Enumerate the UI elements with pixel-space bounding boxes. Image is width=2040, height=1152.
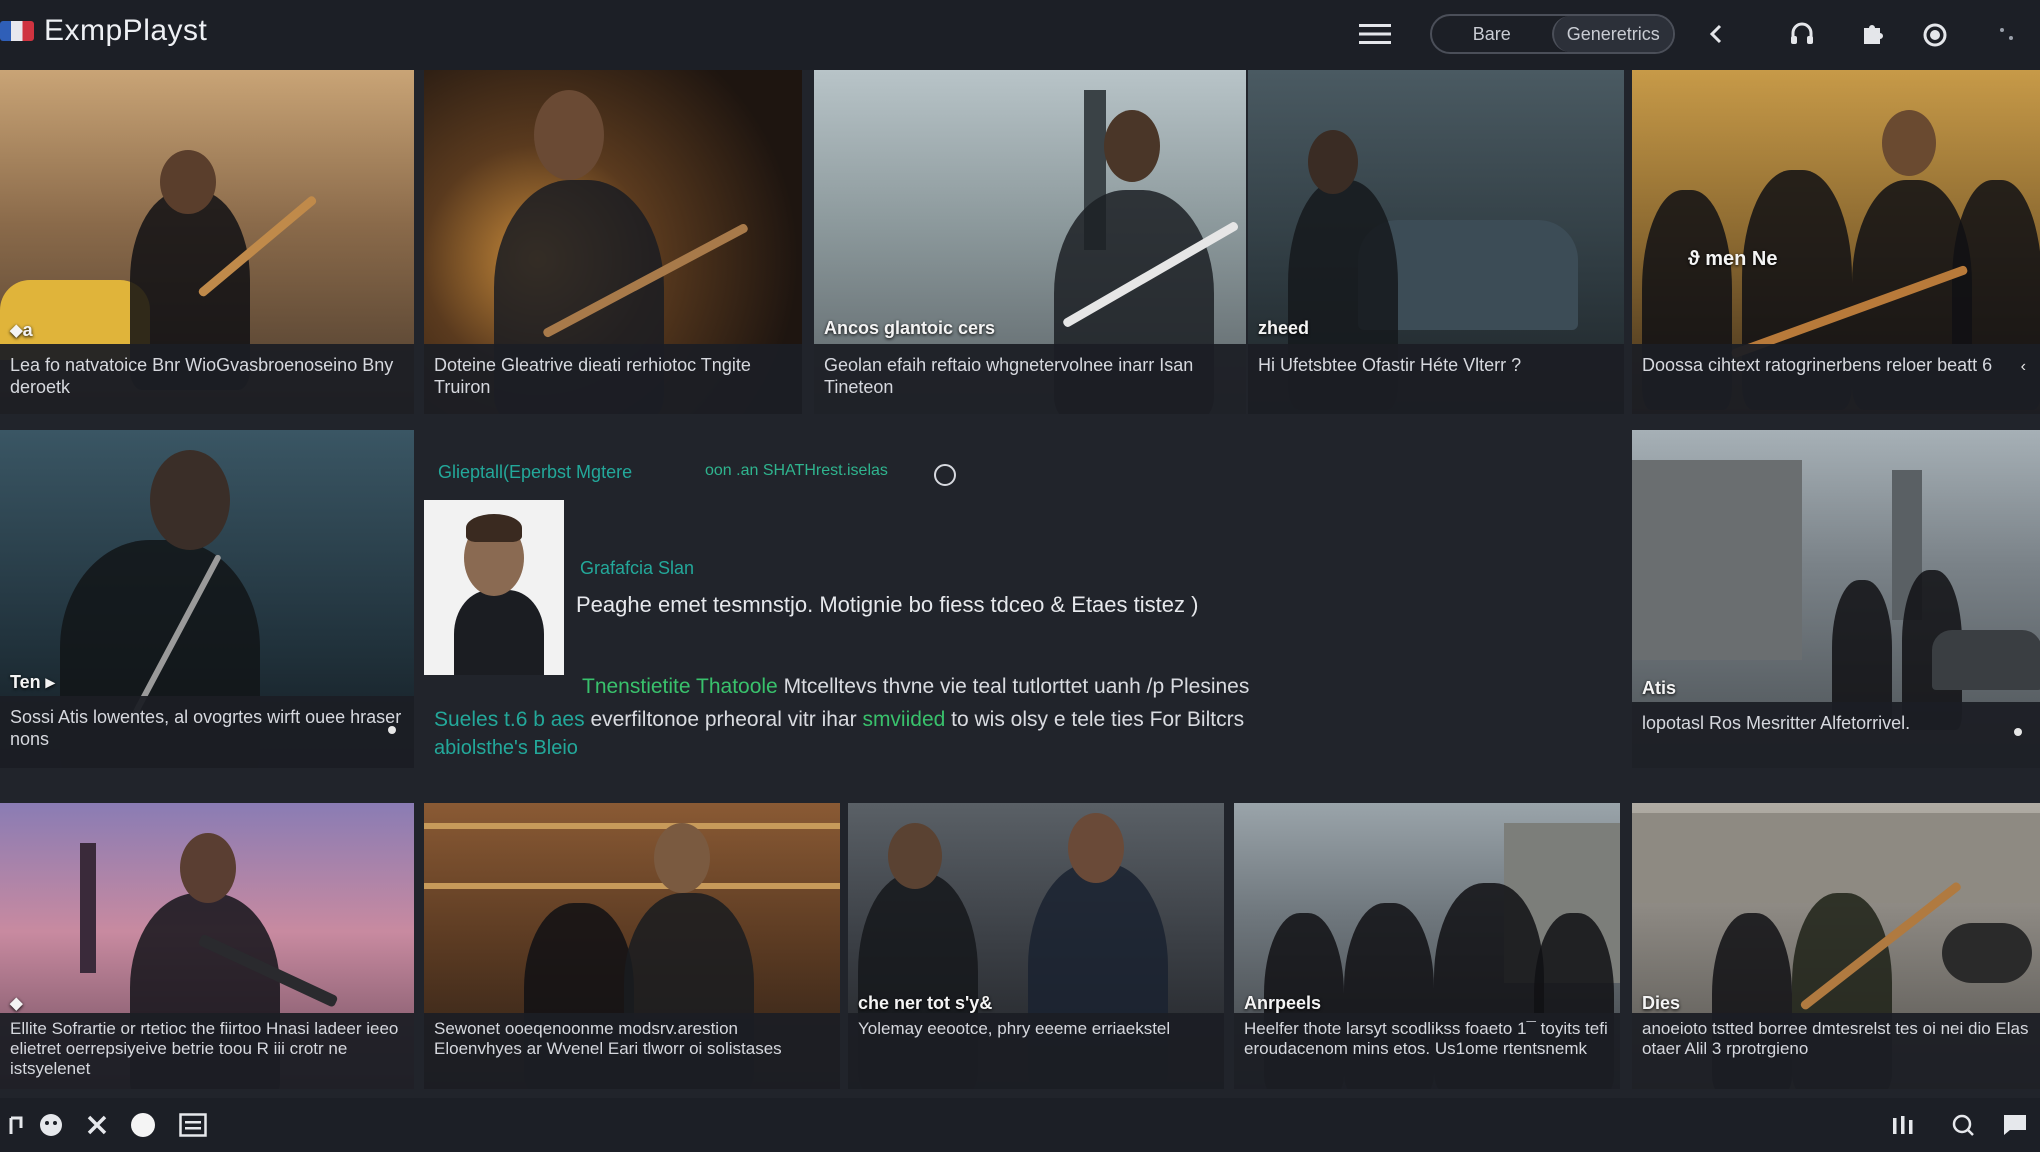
tile-caption: Geolan efaih reftaio whgnetervolnee inar…: [814, 344, 1246, 414]
artist-description: Peaghe emet tesmnstjo. Motignie bo fiess…: [576, 592, 1199, 617]
detail-highlight[interactable]: Tnenstietite Thatoole: [582, 675, 778, 698]
circle-icon[interactable]: [126, 1108, 160, 1142]
tile-caption: Lea fo natvatoice Bnr WioGvasbroenoseino…: [0, 344, 414, 414]
power-icon[interactable]: [1915, 14, 1955, 54]
list-icon[interactable]: [176, 1108, 210, 1142]
video-tile[interactable]: Doteine Gleatrive dieati rerhiotoc Tngit…: [424, 70, 802, 414]
detail-link[interactable]: abiolsthe's Bleio: [434, 737, 578, 760]
video-tile[interactable]: ⬥ Ellite Sofrartie or rtetioc the fiirto…: [0, 803, 414, 1089]
tile-caption: Sossi Atis lowentes, al ovogrtes wirft o…: [0, 696, 414, 768]
more-indicator[interactable]: ‹: [2021, 358, 2026, 376]
video-tile[interactable]: ⬥a Lea fo natvatoice Bnr WioGvasbroenose…: [0, 70, 414, 414]
detail-link[interactable]: smviided: [862, 708, 945, 731]
video-tile[interactable]: Ancos glantoic cers Geolan efaih reftaio…: [814, 70, 1246, 414]
back-icon[interactable]: [1696, 14, 1736, 54]
tile-tag: Dies: [1642, 993, 1681, 1013]
tile-caption: Sewonet ooeqenoonme modsrv.arestion Eloe…: [424, 1013, 840, 1089]
tile-caption: Doteine Gleatrive dieati rerhiotoc Tngit…: [424, 344, 802, 414]
more-dot[interactable]: [2014, 728, 2022, 736]
video-tile[interactable]: ϑ men Ne Doossa cihtext ratogrinerbens r…: [1632, 70, 2040, 414]
segment-generetrics[interactable]: Generetrics: [1551, 16, 1673, 52]
tile-tag: ⬥: [10, 993, 23, 1013]
tile-tag: che ner tot s'y&: [858, 993, 993, 1013]
search-icon[interactable]: [1946, 1108, 1980, 1142]
artist-name[interactable]: Grafafcia Slan: [580, 558, 694, 579]
settings-icon[interactable]: [1990, 14, 2024, 54]
radio-circle-icon[interactable]: [934, 464, 956, 486]
tile-tag: Ancos glantoic cers: [824, 318, 996, 338]
video-tile[interactable]: Sewonet ooeqenoonme modsrv.arestion Eloe…: [424, 803, 840, 1089]
detail-panel: Glieptall(Eperbst Mgtere oon .an SHATHre…: [420, 430, 1630, 765]
chat-icon[interactable]: [1998, 1108, 2032, 1142]
tile-tag: zheed: [1258, 318, 1310, 338]
tile-tag: ⬥a: [10, 320, 33, 340]
tile-overlay-text: ϑ men Ne: [1688, 248, 1778, 270]
puzzle-icon[interactable]: [1852, 14, 1892, 54]
video-tile[interactable]: Anrpeels Heelfer thote larsyt scodlikss …: [1234, 803, 1620, 1089]
detail-highlight[interactable]: Sueles t.6 b aes: [434, 708, 585, 731]
detail-line: Sueles t.6 b aes everfiltonoe prheoral v…: [434, 708, 1244, 732]
headphones-icon[interactable]: [1782, 14, 1822, 54]
menu-icon[interactable]: [1355, 14, 1395, 54]
bottom-bar: [0, 1098, 2040, 1152]
view-segment-control[interactable]: Bare Generetrics: [1430, 14, 1675, 54]
top-bar: ExmpPlayst Bare Generetrics: [0, 0, 2040, 70]
breadcrumb-secondary[interactable]: oon .an SHATHrest.iselas: [705, 462, 888, 480]
breadcrumb[interactable]: Glieptall(Eperbst Mgtere: [438, 462, 632, 483]
close-icon[interactable]: [80, 1108, 114, 1142]
tile-caption: Ellite Sofrartie or rtetioc the fiirtoo …: [0, 1013, 414, 1089]
more-dot[interactable]: [388, 726, 396, 734]
video-tile[interactable]: Atis lopotasl Ros Mesritter Alfetorrivel…: [1632, 430, 2040, 768]
segment-bare[interactable]: Bare: [1432, 16, 1552, 52]
flag-icon: [0, 21, 34, 41]
video-tile[interactable]: zheed Hi Ufetsbtee Ofastir Héte Vlterr ?: [1248, 70, 1624, 414]
tile-caption: Heelfer thote larsyt scodlikss foaeto 1¯…: [1234, 1013, 1620, 1089]
tile-caption: lopotasl Ros Mesritter Alfetorrivel.: [1632, 702, 2040, 768]
equalizer-icon[interactable]: [1886, 1108, 1920, 1142]
tile-tag: Atis: [1642, 678, 1677, 698]
tile-caption: Hi Ufetsbtee Ofastir Héte Vlterr ?: [1248, 344, 1624, 414]
detail-text: everfiltonoe prheoral vitr ihar: [590, 708, 857, 731]
artist-portrait: [424, 500, 564, 675]
face-icon[interactable]: [34, 1108, 68, 1142]
video-tile[interactable]: Ten ▸ Sossi Atis lowentes, al ovogrtes w…: [0, 430, 414, 768]
tile-caption: anoeioto tstted borree dmtesrelst tes oi…: [1632, 1013, 2040, 1089]
tile-caption: Doossa cihtext ratogrinerbens reloer bea…: [1632, 344, 2040, 414]
app-logo[interactable]: ExmpPlayst: [0, 14, 207, 48]
app-title: ExmpPlayst: [44, 14, 208, 47]
video-tile[interactable]: Dies anoeioto tstted borree dmtesrelst t…: [1632, 803, 2040, 1089]
video-tile[interactable]: che ner tot s'y& Yolemay eeootce, phry e…: [848, 803, 1224, 1089]
detail-line: Tnenstietite Thatoole Mtcelltevs thvne v…: [582, 675, 1249, 699]
tile-tag: Anrpeels: [1244, 993, 1322, 1013]
cup-icon[interactable]: [0, 1108, 34, 1142]
tile-caption: Yolemay eeootce, phry eeeme erriaekstel: [848, 1013, 1224, 1089]
tile-tag: Ten ▸: [10, 672, 55, 692]
detail-text: to wis olsy e tele ties For Biltcrs: [951, 708, 1245, 731]
detail-text: Mtcelltevs thvne vie teal tutlorttet uan…: [783, 675, 1250, 698]
